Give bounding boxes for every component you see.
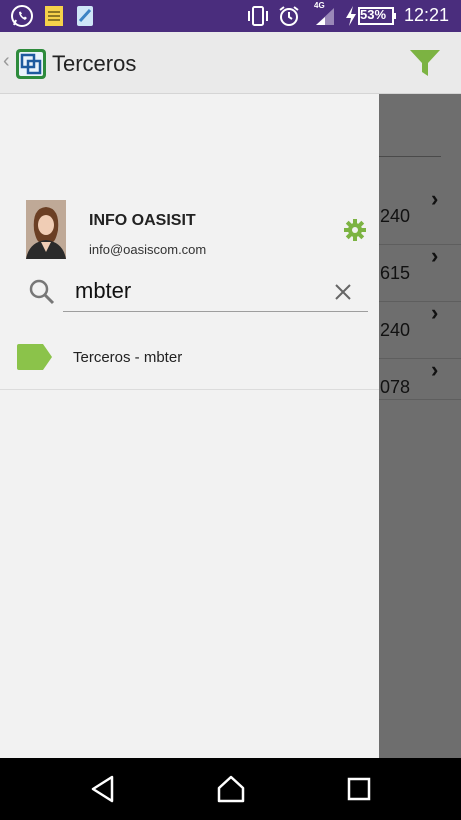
background-list-scrim[interactable]: 240 › 615 › 240 › 078 ›	[379, 94, 461, 758]
list-item-value: 240	[380, 206, 411, 226]
battery-percent: 53%	[360, 7, 387, 22]
user-name: INFO OASISIT	[89, 212, 196, 229]
divider	[379, 156, 441, 157]
navigation-drawer: INFO OASISIT info@oasiscom.com mbter Ter…	[0, 94, 379, 758]
gallery-icon	[76, 4, 94, 28]
vibrate-icon	[246, 4, 270, 28]
search-input[interactable]	[63, 270, 368, 312]
clock: 12:21	[403, 5, 449, 25]
list-item-value: 240	[380, 320, 411, 340]
alarm-icon	[278, 4, 300, 28]
chevron-right-icon[interactable]: ›	[431, 357, 438, 383]
notes-icon	[44, 4, 64, 28]
signal-icon	[314, 4, 336, 28]
divider	[379, 399, 461, 400]
status-bar: 4G 53% 12:21	[0, 0, 461, 32]
list-item-label: Terceros - mbter	[73, 349, 183, 366]
divider	[379, 358, 461, 359]
tag-icon	[15, 343, 53, 371]
list-item-value: 615	[380, 263, 411, 283]
list-item[interactable]: Terceros - mbter	[0, 330, 379, 390]
search-icon	[28, 278, 56, 306]
user-email: info@oasiscom.com	[89, 242, 207, 257]
list-item-value: 078	[380, 377, 411, 397]
back-button[interactable]	[88, 774, 118, 804]
avatar	[26, 200, 66, 259]
whatsapp-icon	[10, 4, 34, 28]
divider	[379, 301, 461, 302]
app-bar: ‹ Terceros	[0, 32, 461, 94]
filter-icon[interactable]	[406, 46, 444, 80]
app-logo-icon[interactable]	[15, 48, 47, 80]
charging-icon	[344, 4, 358, 28]
gear-icon[interactable]	[343, 218, 367, 242]
chevron-right-icon[interactable]: ›	[431, 243, 438, 269]
chevron-right-icon[interactable]: ›	[431, 186, 438, 212]
system-nav-bar	[0, 758, 461, 820]
page-title: Terceros	[52, 51, 137, 76]
home-button[interactable]	[216, 774, 246, 804]
chevron-right-icon[interactable]: ›	[431, 300, 438, 326]
back-chevron-icon[interactable]: ‹	[3, 50, 10, 73]
close-icon[interactable]	[331, 280, 355, 304]
recents-button[interactable]	[344, 774, 374, 804]
divider	[379, 244, 461, 245]
